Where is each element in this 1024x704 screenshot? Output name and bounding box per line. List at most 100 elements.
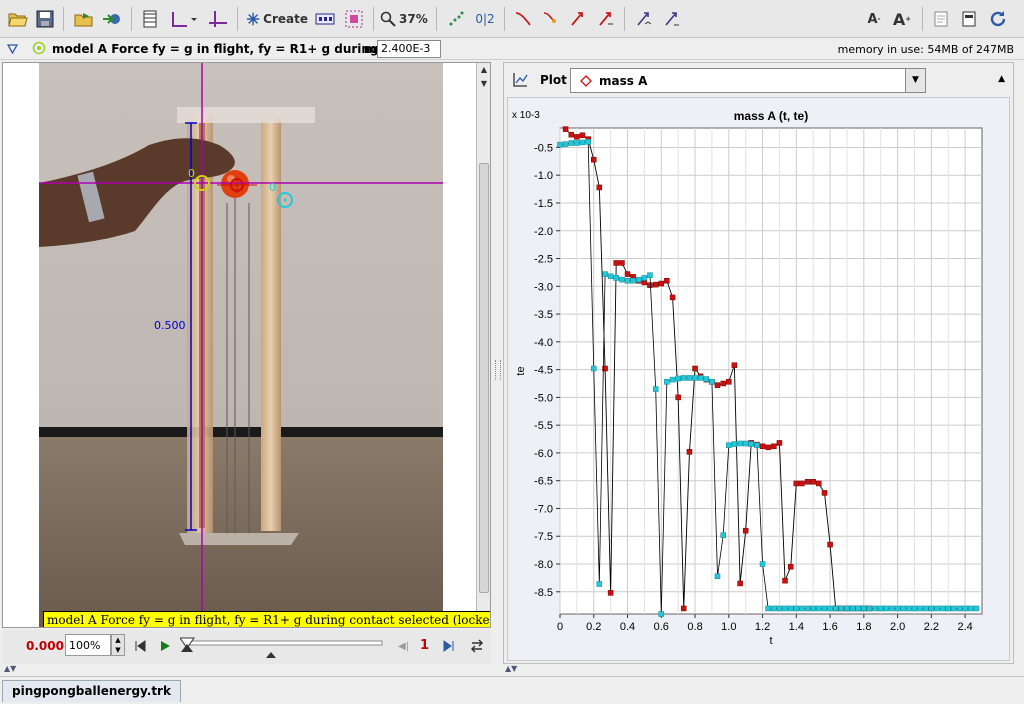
model-point	[731, 362, 738, 368]
video-zoom-field[interactable]: 100%	[65, 634, 111, 656]
properties-icon[interactable]	[958, 6, 980, 32]
y-tick-label: -4.5	[534, 365, 553, 377]
tracking-overlay[interactable]	[39, 63, 443, 628]
model-track-icon[interactable]	[32, 41, 46, 58]
font-larger-icon[interactable]: A +	[890, 6, 914, 32]
data-point	[697, 375, 704, 381]
mass-label: m	[364, 42, 377, 56]
series-select[interactable]: mass A ▼	[570, 68, 926, 93]
y-axis-label: te	[515, 366, 527, 375]
data-point	[754, 442, 760, 448]
model-point	[624, 271, 631, 277]
collapse-arrow-icon[interactable]	[6, 43, 19, 57]
trace-dots-icon[interactable]	[444, 6, 468, 32]
split-right-arrows[interactable]: ▲▼	[505, 664, 517, 673]
data-point	[675, 375, 681, 382]
model-info-bar: model A Force fy = g in flight, fy = R1+…	[0, 38, 1024, 60]
y-tick-label: -1.0	[534, 170, 553, 182]
model-point	[574, 134, 580, 140]
position-marker-icon[interactable]	[539, 6, 563, 32]
data-point	[877, 605, 884, 612]
model-point	[658, 280, 665, 287]
acceleration-vector-icon[interactable]	[594, 6, 618, 32]
create-button[interactable]: Create	[246, 6, 308, 32]
video-panel[interactable]: 0.500 0 0 ▲ ▼ ▼ model A Force fy = g in …	[2, 62, 491, 628]
split-handle[interactable]	[495, 360, 501, 380]
data-point	[861, 605, 867, 612]
autotracker-icon[interactable]	[342, 6, 366, 32]
step-back-icon[interactable]	[134, 640, 146, 655]
y-tick-label: -5.0	[534, 392, 553, 404]
model-point	[759, 443, 766, 450]
origin-label: 0	[188, 167, 195, 180]
label-counter-button[interactable]: 0|2	[472, 6, 498, 32]
x-tick-label: 2.2	[924, 621, 939, 633]
font-smaller-icon[interactable]: A-	[862, 6, 886, 32]
chart-area[interactable]: 0 0.2 0.4 0.6 0.8 1.0 1.2 1.4 1.6 1.8 2.0 2.2 2.4 -0.…	[507, 97, 1010, 661]
frame-number[interactable]: 1	[420, 638, 429, 653]
x-tick-label: 0.4	[620, 621, 635, 633]
calibration-tool-icon[interactable]	[206, 6, 230, 32]
import-icon[interactable]	[100, 6, 124, 32]
trail-line-icon[interactable]	[511, 6, 535, 32]
loop-icon[interactable]	[470, 639, 484, 656]
model-point	[680, 605, 687, 612]
x-tick-label: 0.8	[687, 621, 702, 633]
model-point	[562, 126, 569, 132]
zoom-button[interactable]: 37%	[380, 6, 430, 32]
data-point	[782, 605, 788, 612]
momentum-vector-icon[interactable]	[632, 6, 656, 32]
prev-frame-icon[interactable]: ◀|	[398, 641, 409, 652]
tab-file[interactable]: pingpongballenergy.trk	[2, 680, 181, 702]
data-point	[630, 277, 636, 284]
scroll-thumb[interactable]	[479, 163, 489, 593]
series-select-value: mass A	[599, 74, 648, 88]
plot-chart[interactable]: 0 0.2 0.4 0.6 0.8 1.0 1.2 1.4 1.6 1.8 2.0 2.2 2.4 -0.…	[508, 98, 1009, 660]
data-point	[658, 611, 665, 617]
data-point	[641, 275, 648, 281]
track-control-icon[interactable]	[312, 6, 338, 32]
mass-vector-icon[interactable]	[660, 6, 684, 32]
open-folder-icon[interactable]	[6, 6, 30, 32]
zoom-spinner[interactable]: ▲ ▼	[111, 634, 125, 656]
model-point	[619, 260, 625, 266]
current-time[interactable]: 0.000	[26, 639, 64, 653]
split-left-arrows[interactable]: ▲▼	[4, 664, 16, 673]
mass-field[interactable]: 2.400E-3	[377, 40, 441, 58]
next-frame-icon[interactable]	[443, 640, 455, 655]
y-tick-label: -3.0	[534, 281, 553, 293]
scroll-down-small-icon[interactable]: ▼	[477, 77, 490, 91]
velocity-vector-icon[interactable]	[566, 6, 590, 32]
plot-panel: Plot mass A ▼ ▲ 0 0.2 0.4 0.6 0.8 1.0 1.2 1.4 1.…	[503, 62, 1014, 664]
y-tick-label: -7.0	[534, 503, 553, 515]
zoom-label: 37%	[399, 12, 428, 26]
plot-header: Plot mass A ▼ ▲	[504, 63, 1013, 97]
frame-slider[interactable]	[180, 634, 390, 662]
scroll-up-icon[interactable]: ▲	[477, 63, 490, 77]
notes-icon[interactable]	[930, 6, 952, 32]
calibration-length-label[interactable]: 0.500	[154, 319, 186, 332]
memory-status[interactable]: memory in use: 54MB of 247MB	[838, 43, 1014, 56]
video-scrollbar[interactable]: ▲ ▼ ▼	[476, 63, 490, 627]
x-tick-label: 0.2	[586, 621, 601, 633]
play-icon[interactable]	[159, 640, 171, 655]
refresh-icon[interactable]	[986, 6, 1010, 32]
data-point	[787, 605, 794, 612]
coordinate-axes-icon[interactable]	[168, 6, 198, 32]
data-point	[568, 140, 575, 146]
model-point	[737, 580, 743, 587]
data-point	[832, 605, 839, 612]
clip-settings-icon[interactable]	[138, 6, 162, 32]
data-point	[596, 581, 603, 587]
data-point	[771, 605, 777, 612]
data-point	[900, 605, 906, 612]
data-point	[917, 605, 923, 612]
data-point	[686, 375, 693, 381]
y-tick-label: -0.5	[534, 142, 553, 154]
plot-axes-icon[interactable]	[512, 72, 528, 91]
maximize-arrow-icon[interactable]: ▲	[998, 74, 1005, 84]
save-icon[interactable]	[33, 6, 57, 32]
data-point	[680, 375, 687, 381]
open-video-icon[interactable]	[72, 6, 96, 32]
chevron-down-icon[interactable]: ▼	[905, 69, 925, 92]
